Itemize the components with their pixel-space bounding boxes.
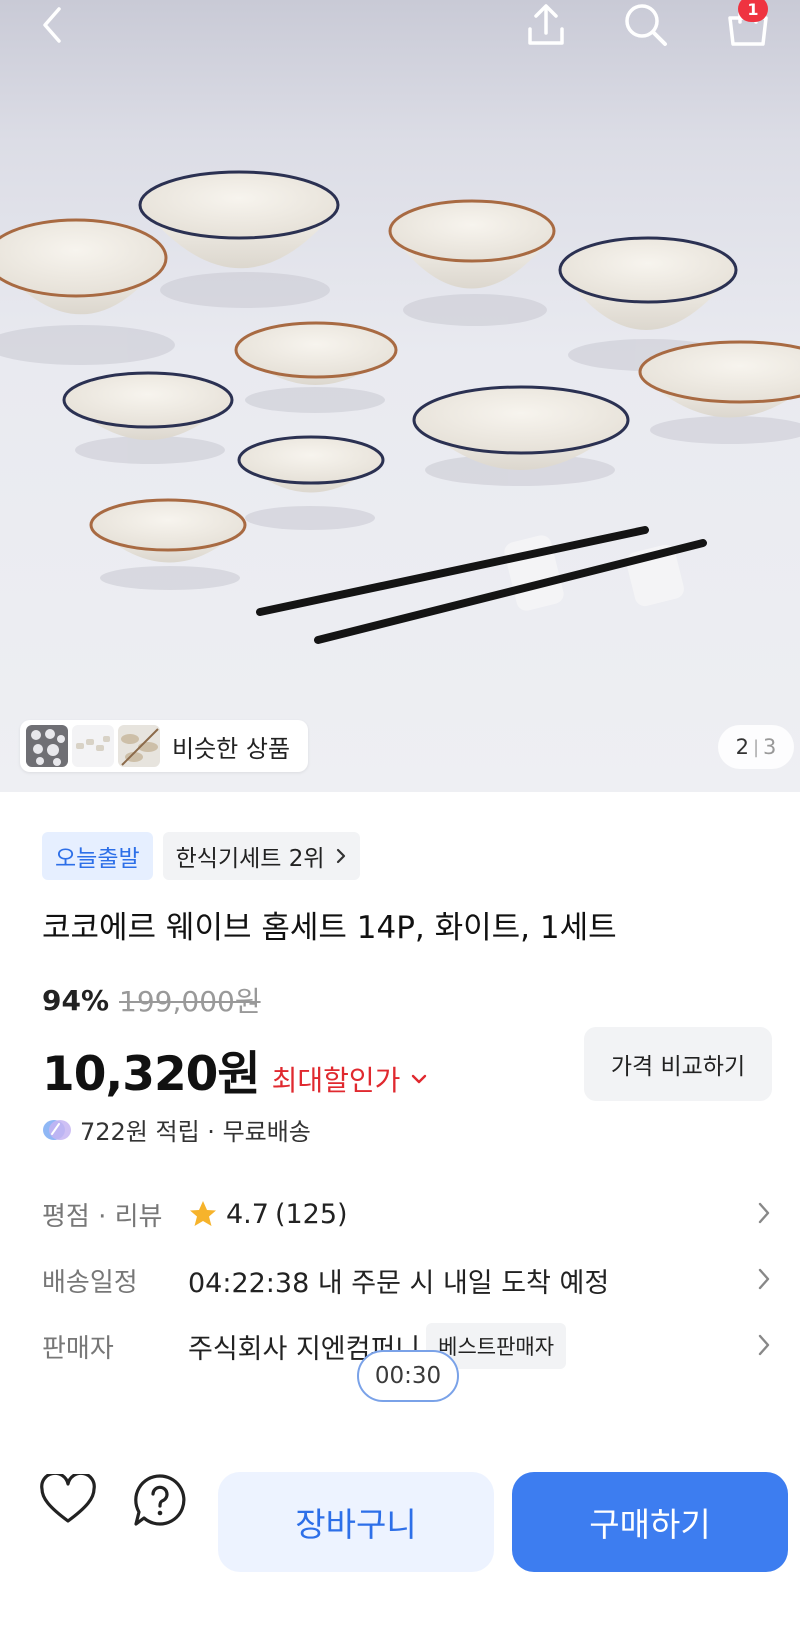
chevron-right-icon <box>336 848 345 864</box>
add-to-cart-button[interactable]: 장바구니 <box>218 1472 494 1572</box>
product-title: 코코에르 웨이브 홈세트 14P, 화이트, 1세트 <box>42 910 617 946</box>
price-compare-button[interactable]: 가격 비교하기 <box>584 1027 772 1101</box>
page-separator: | <box>752 736 760 758</box>
chevron-right-icon <box>758 1202 770 1224</box>
current-page: 2 <box>735 735 749 759</box>
similar-thumb-1 <box>26 725 68 767</box>
reward-text: 722원 적립 · 무료배송 <box>80 1118 311 1146</box>
review-count: (125) <box>274 1198 348 1230</box>
rating-label: 평점 · 리뷰 <box>42 1201 163 1232</box>
search-icon <box>625 4 667 46</box>
chevron-right-icon <box>758 1268 770 1290</box>
rating-score: 4.7 <box>226 1198 269 1230</box>
star-icon <box>190 1201 216 1226</box>
question-icon <box>134 1474 186 1526</box>
recording-timer: 00:30 <box>357 1350 459 1402</box>
wishlist-button[interactable] <box>38 1470 98 1530</box>
category-rank-badge[interactable]: 한식기세트 2위 <box>162 832 360 880</box>
top-bar: 1 <box>0 0 800 90</box>
product-photo <box>0 170 800 644</box>
product-badges: 오늘출발 한식기세트 2위 <box>42 832 360 880</box>
rating-review-row[interactable]: 평점 · 리뷰 4.7 (125) <box>42 1190 772 1238</box>
product-image-gallery[interactable]: 1 비슷한 상품 2 | 3 <box>0 0 800 792</box>
share-button[interactable] <box>516 0 576 50</box>
reward-shipping-info: 722원 적립 · 무료배송 <box>42 1112 311 1147</box>
delivery-value: 04:22:38 내 주문 시 내일 도착 예정 <box>188 1267 610 1299</box>
similar-thumb-3 <box>118 725 160 767</box>
total-pages: 3 <box>763 735 777 759</box>
inquiry-button[interactable] <box>130 1470 190 1530</box>
rating-value-group: 4.7 (125) <box>188 1199 348 1230</box>
category-rank-label: 한식기세트 2위 <box>175 846 325 872</box>
similar-products-button[interactable]: 비슷한 상품 <box>20 720 308 772</box>
today-shipping-badge: 오늘출발 <box>42 832 153 880</box>
price-row: 10,320원 최대할인가 <box>42 1035 428 1104</box>
cart-header-button[interactable]: 1 <box>718 0 778 50</box>
similar-thumb-2 <box>72 725 114 767</box>
chevron-left-icon <box>43 7 61 43</box>
sale-price: 10,320원 <box>42 1047 261 1102</box>
seller-label: 판매자 <box>42 1333 114 1364</box>
delivery-label: 배송일정 <box>42 1267 138 1298</box>
max-discount-label: 최대할인가 <box>271 1064 401 1097</box>
cart-count-badge: 1 <box>738 0 768 22</box>
image-page-indicator: 2 | 3 <box>718 725 794 769</box>
delivery-schedule-row[interactable]: 배송일정 04:22:38 내 주문 시 내일 도착 예정 <box>42 1256 772 1304</box>
chevron-right-icon <box>758 1334 770 1356</box>
back-button[interactable] <box>22 0 82 50</box>
discount-percent: 94% <box>42 983 110 1017</box>
chevron-down-icon <box>412 1074 427 1084</box>
discount-row: 94% 199,000원 <box>42 980 261 1020</box>
reward-coin-icon <box>43 1119 71 1140</box>
share-icon <box>528 4 564 45</box>
bottom-action-bar: 장바구니 구매하기 <box>0 1432 800 1643</box>
max-discount-dropdown[interactable]: 최대할인가 <box>272 1059 429 1099</box>
heart-icon <box>40 1474 96 1523</box>
similar-products-label: 비슷한 상품 <box>172 734 291 763</box>
buy-now-button[interactable]: 구매하기 <box>512 1472 788 1572</box>
original-price: 199,000원 <box>119 985 261 1018</box>
search-button[interactable] <box>616 0 676 50</box>
